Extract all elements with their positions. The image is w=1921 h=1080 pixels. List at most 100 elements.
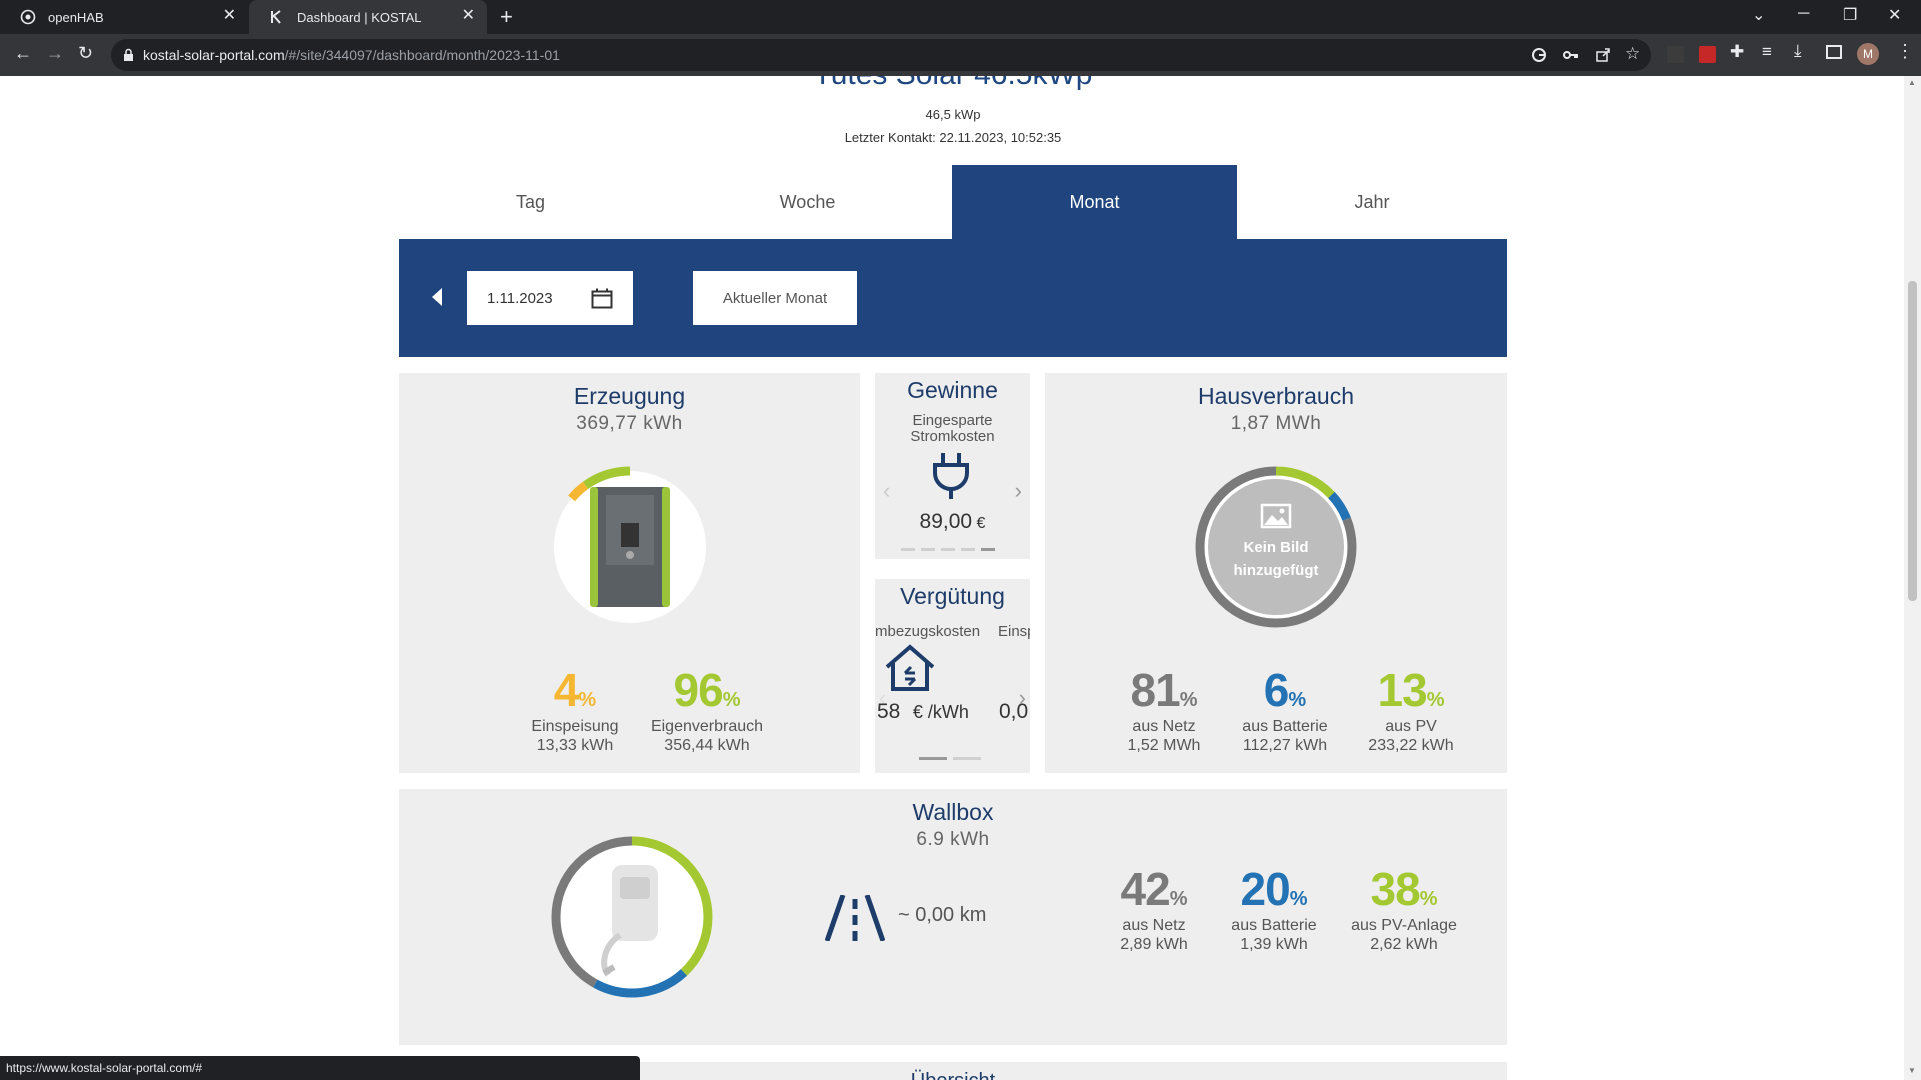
gewinne-carousel-dots[interactable] bbox=[901, 548, 995, 551]
carousel-dot[interactable] bbox=[921, 548, 935, 551]
page-viewport: Tutes Solar 46.5kWp 46,5 kWp Letzter Kon… bbox=[0, 76, 1921, 1080]
extension-icon[interactable] bbox=[1667, 46, 1684, 63]
eigenverbrauch-amount: 356,44 kWh bbox=[664, 737, 750, 754]
bookmark-star-icon[interactable]: ☆ bbox=[1625, 44, 1640, 64]
hausverbrauch-title: Hausverbrauch bbox=[1198, 383, 1354, 409]
percent-unit: % bbox=[1179, 689, 1198, 711]
verguetung-value-b: 0,0 bbox=[999, 700, 1029, 723]
gewinne-sublabel-line2: Stromkosten bbox=[910, 428, 995, 445]
gewinne-sublabel-line1: Eingesparte bbox=[912, 412, 993, 429]
percent-unit: % bbox=[1169, 888, 1188, 910]
gewinne-card: Gewinne Eingesparte Stromkosten ‹ › 89,0… bbox=[875, 373, 1030, 559]
plug-icon bbox=[933, 453, 969, 499]
profile-avatar[interactable]: M bbox=[1857, 43, 1879, 65]
gewinne-sublabel: Eingesparte Stromkosten bbox=[875, 413, 1030, 445]
hv-pv-amount: 233,22 kWh bbox=[1368, 737, 1454, 754]
back-arrow-icon[interactable]: ← bbox=[14, 43, 32, 64]
url-path: /#/site/344097/dashboard/month/2023-11-0… bbox=[284, 47, 560, 63]
road-icon bbox=[825, 895, 885, 941]
tab-jahr[interactable]: Jahr bbox=[1237, 165, 1507, 239]
share-icon[interactable] bbox=[1595, 47, 1611, 63]
previous-month-arrow-icon[interactable] bbox=[431, 287, 443, 307]
erzeugung-donut bbox=[549, 466, 711, 628]
tab-tag[interactable]: Tag bbox=[399, 165, 662, 239]
no-image-line1: Kein Bild bbox=[1243, 539, 1308, 556]
wallbox-card: Wallbox 6.9 kWh ~ 0,00 km 42% aus Netz 2… bbox=[399, 789, 1507, 1045]
openhab-favicon-icon bbox=[20, 9, 36, 25]
side-panel-icon[interactable] bbox=[1826, 45, 1842, 59]
browser-tab-kostal[interactable]: Dashboard | KOSTAL ✕ bbox=[249, 0, 487, 34]
scroll-up-arrow-icon[interactable]: ▲ bbox=[1908, 78, 1916, 87]
gewinne-title: Gewinne bbox=[907, 377, 998, 403]
media-control-icon[interactable]: ≡ bbox=[1762, 42, 1772, 62]
hv-batterie-stat: 6% aus Batterie 112,27 kWh bbox=[1225, 663, 1345, 755]
new-tab-button[interactable]: + bbox=[500, 4, 513, 30]
last-contact: Letzter Kontakt: 22.11.2023, 10:52:35 bbox=[844, 130, 1062, 145]
calendar-icon[interactable] bbox=[591, 288, 613, 309]
einspeisung-value: 4 bbox=[553, 664, 580, 716]
puzzle-extensions-icon[interactable]: ✚ bbox=[1730, 42, 1744, 62]
einspeisung-stat: 4% Einspeisung 13,33 kWh bbox=[515, 663, 635, 755]
wb-batterie-value: 20 bbox=[1240, 863, 1291, 915]
browser-tab-openhab[interactable]: openHAB ✕ bbox=[0, 0, 248, 34]
url-text: kostal-solar-portal.com/#/site/344097/da… bbox=[143, 47, 560, 63]
close-tab-icon[interactable]: ✕ bbox=[223, 8, 236, 24]
hausverbrauch-card: Hausverbrauch 1,87 MWh Kein Bild hinzuge… bbox=[1045, 373, 1507, 773]
forward-arrow-icon[interactable]: → bbox=[46, 43, 64, 64]
tab-search-icon[interactable]: ⌄ bbox=[1752, 5, 1765, 25]
scroll-down-arrow-icon[interactable]: ▼ bbox=[1908, 1066, 1916, 1075]
wallbox-title: Wallbox bbox=[912, 799, 994, 825]
key-icon[interactable] bbox=[1563, 48, 1579, 62]
carousel-dot-active[interactable] bbox=[919, 757, 947, 760]
carousel-dot[interactable] bbox=[901, 548, 915, 551]
site-capacity: 46,5 kWp bbox=[925, 107, 981, 122]
download-icon[interactable]: ⤓ bbox=[1794, 41, 1802, 61]
reload-icon[interactable]: ↻ bbox=[78, 43, 93, 64]
address-bar[interactable]: kostal-solar-portal.com/#/site/344097/da… bbox=[111, 39, 1651, 71]
einspeisung-amount: 13,33 kWh bbox=[536, 737, 614, 754]
erzeugung-title: Erzeugung bbox=[573, 383, 686, 409]
current-month-button[interactable]: Aktueller Monat bbox=[693, 271, 857, 325]
carousel-dot[interactable] bbox=[941, 548, 955, 551]
hv-batterie-amount: 112,27 kWh bbox=[1242, 737, 1328, 754]
window-close-icon[interactable]: ✕ bbox=[1888, 5, 1901, 25]
hv-netz-stat: 81% aus Netz 1,52 MWh bbox=[1109, 663, 1219, 755]
browser-menu-icon[interactable]: ⋮ bbox=[1896, 41, 1914, 62]
percent-unit: % bbox=[1419, 888, 1438, 910]
close-tab-icon[interactable]: ✕ bbox=[462, 8, 475, 24]
carousel-prev-icon[interactable]: ‹ bbox=[883, 478, 890, 504]
browser-tab-title: Dashboard | KOSTAL bbox=[297, 9, 422, 25]
kostal-favicon-icon bbox=[271, 10, 281, 24]
restore-icon[interactable]: ❐ bbox=[1843, 5, 1857, 25]
hv-pv-value: 13 bbox=[1377, 664, 1428, 716]
scrollbar-thumb[interactable] bbox=[1908, 281, 1917, 601]
verguetung-value-a-row: 58 € /kWh bbox=[877, 700, 969, 724]
minimize-icon[interactable]: ─ bbox=[1798, 5, 1809, 23]
tab-woche[interactable]: Woche bbox=[676, 165, 939, 239]
extension-red-icon[interactable] bbox=[1699, 46, 1716, 63]
percent-unit: % bbox=[722, 689, 741, 711]
wb-pv-value: 38 bbox=[1370, 863, 1421, 915]
verguetung-carousel-dots[interactable] bbox=[919, 757, 981, 760]
wb-batterie-label: aus Batterie bbox=[1231, 917, 1317, 934]
hausverbrauch-donut: Kein Bild hinzugefügt bbox=[1195, 466, 1357, 628]
carousel-dot-active[interactable] bbox=[981, 548, 995, 551]
verguetung-unit-a: € /kWh bbox=[912, 702, 969, 722]
google-icon[interactable] bbox=[1531, 47, 1547, 63]
verguetung-label-a: mbezugskosten bbox=[875, 623, 981, 640]
wb-netz-amount: 2,89 kWh bbox=[1120, 936, 1188, 953]
wb-batterie-stat: 20% aus Batterie 1,39 kWh bbox=[1214, 862, 1334, 954]
hv-pv-stat: 13% aus PV 233,22 kWh bbox=[1351, 663, 1471, 755]
carousel-dot[interactable] bbox=[953, 757, 981, 760]
verguetung-card: Vergütung mbezugskosten Einsp ‹ › 58 € /… bbox=[875, 579, 1030, 773]
page-scrollbar[interactable]: ▲ ▼ bbox=[1904, 76, 1921, 1080]
wallbox-donut bbox=[551, 836, 713, 998]
tab-monat[interactable]: Monat bbox=[952, 165, 1237, 239]
wb-netz-label: aus Netz bbox=[1122, 917, 1186, 934]
link-status-bar: https://www.kostal-solar-portal.com/# bbox=[0, 1056, 640, 1080]
carousel-next-icon[interactable]: › bbox=[1015, 478, 1022, 504]
no-image-line2: hinzugefügt bbox=[1234, 562, 1319, 579]
date-input[interactable]: 1.11.2023 bbox=[467, 271, 633, 325]
lock-icon[interactable] bbox=[123, 48, 134, 62]
carousel-dot[interactable] bbox=[961, 548, 975, 551]
